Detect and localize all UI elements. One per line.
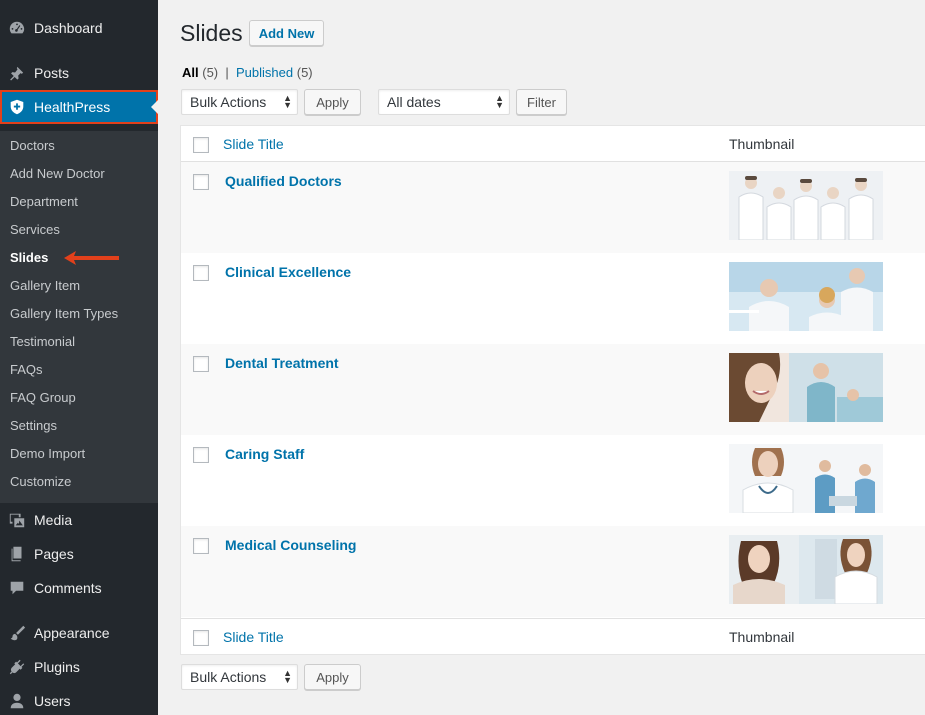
row-checkbox[interactable]	[193, 538, 209, 554]
menu-users-label: Users	[34, 693, 71, 709]
row-title-link[interactable]: Medical Counseling	[225, 537, 356, 553]
table-row: Dental Treatment	[181, 344, 925, 435]
column-header-thumbnail: Thumbnail	[729, 136, 795, 152]
select-all-checkbox-footer[interactable]	[193, 630, 209, 646]
row-title-link[interactable]: Caring Staff	[225, 446, 304, 462]
menu-plugins[interactable]: Plugins	[0, 650, 158, 684]
submenu-faqs[interactable]: FAQs	[10, 362, 43, 377]
menu-media[interactable]: Media	[0, 503, 158, 537]
bulk-actions-select-bottom-value: Bulk Actions	[190, 669, 267, 685]
healthpress-submenu: Doctors Add New Doctor Department Servic…	[0, 131, 158, 503]
footer-column-thumbnail: Thumbnail	[729, 629, 795, 645]
media-camera-icon	[0, 511, 34, 529]
table-row: Qualified Doctors	[181, 162, 925, 253]
filter-all-count: (5)	[202, 65, 219, 80]
submenu-faq-group[interactable]: FAQ Group	[10, 390, 76, 405]
table-row: Caring Staff	[181, 435, 925, 526]
filter-published-count: (5)	[296, 65, 313, 80]
plug-icon	[0, 658, 34, 676]
submenu-settings[interactable]: Settings	[10, 418, 57, 433]
group-of-doctors-photo[interactable]	[729, 171, 883, 240]
submenu-slides[interactable]: Slides	[10, 250, 48, 265]
menu-appearance[interactable]: Appearance	[0, 616, 158, 650]
row-title-link[interactable]: Qualified Doctors	[225, 173, 342, 189]
filter-all-link[interactable]: All	[182, 65, 199, 80]
slides-table: Slide Title Thumbnail Qualified Doctors …	[180, 125, 925, 655]
status-filter-links: All (5) | Published (5)	[182, 65, 313, 80]
submenu-testimonial[interactable]: Testimonial	[10, 334, 75, 349]
pushpin-icon	[0, 64, 34, 82]
dates-filter-select-value: All dates	[387, 94, 441, 110]
menu-pages-label: Pages	[34, 546, 74, 562]
menu-healthpress[interactable]: HealthPress	[0, 90, 158, 124]
user-icon	[0, 692, 34, 710]
menu-appearance-label: Appearance	[34, 625, 110, 641]
table-header: Slide Title Thumbnail	[181, 126, 925, 162]
menu-users[interactable]: Users	[0, 684, 158, 715]
dental-patient-photo[interactable]	[729, 353, 883, 422]
row-checkbox[interactable]	[193, 265, 209, 281]
shield-icon	[0, 98, 34, 116]
submenu-gallery-item-types[interactable]: Gallery Item Types	[10, 306, 118, 321]
apply-button-bottom[interactable]: Apply	[304, 664, 361, 690]
red-pointer-arrow-icon	[64, 251, 119, 265]
submenu-demo-import[interactable]: Demo Import	[10, 446, 85, 461]
add-new-button[interactable]: Add New	[249, 20, 324, 46]
menu-comments-label: Comments	[34, 580, 102, 596]
menu-posts-label: Posts	[34, 65, 70, 81]
row-checkbox[interactable]	[193, 174, 209, 190]
filter-separator: |	[225, 65, 229, 80]
column-header-slide-title[interactable]: Slide Title	[223, 136, 284, 152]
footer-column-slide-title[interactable]: Slide Title	[223, 629, 284, 645]
submenu-doctors[interactable]: Doctors	[10, 138, 55, 153]
submenu-add-new-doctor[interactable]: Add New Doctor	[10, 166, 105, 181]
table-footer: Slide Title Thumbnail	[181, 618, 925, 654]
submenu-department[interactable]: Department	[10, 194, 78, 209]
select-all-checkbox[interactable]	[193, 137, 209, 153]
submenu-gallery-item[interactable]: Gallery Item	[10, 278, 80, 293]
pages-icon	[0, 545, 34, 563]
speech-bubble-icon	[0, 579, 34, 597]
select-arrows-icon: ▲ ▼	[283, 93, 292, 110]
filter-button[interactable]: Filter	[516, 89, 567, 115]
menu-media-label: Media	[34, 512, 73, 528]
admin-sidebar: Dashboard Posts HealthPress Doctors Add …	[0, 0, 158, 715]
row-title-link[interactable]: Dental Treatment	[225, 355, 339, 371]
paintbrush-icon	[0, 624, 34, 642]
dates-filter-select[interactable]: All dates ▲ ▼	[378, 89, 510, 115]
row-checkbox[interactable]	[193, 356, 209, 372]
select-arrows-icon: ▲ ▼	[495, 93, 504, 110]
menu-dashboard-label: Dashboard	[34, 20, 103, 36]
menu-comments[interactable]: Comments	[0, 571, 158, 605]
row-title-link[interactable]: Clinical Excellence	[225, 264, 351, 280]
apply-button-top[interactable]: Apply	[304, 89, 361, 115]
bulk-actions-select-top-value: Bulk Actions	[190, 94, 267, 110]
menu-posts[interactable]: Posts	[0, 56, 158, 90]
bulk-actions-select-bottom[interactable]: Bulk Actions ▲ ▼	[181, 664, 298, 690]
menu-healthpress-label: HealthPress	[34, 99, 111, 115]
submenu-customize[interactable]: Customize	[10, 474, 71, 489]
patient-doctor-photo[interactable]	[729, 535, 883, 604]
dashboard-gauge-icon	[0, 19, 34, 37]
bulk-actions-select-top[interactable]: Bulk Actions ▲ ▼	[181, 89, 298, 115]
nurse-staff-photo[interactable]	[729, 444, 883, 513]
lab-scientists-photo[interactable]	[729, 262, 883, 331]
select-arrows-icon: ▲ ▼	[283, 668, 292, 685]
filter-published-link[interactable]: Published	[236, 65, 293, 80]
menu-pages[interactable]: Pages	[0, 537, 158, 571]
table-row: Medical Counseling	[181, 526, 925, 617]
submenu-services[interactable]: Services	[10, 222, 60, 237]
menu-dashboard[interactable]: Dashboard	[0, 11, 158, 45]
table-row: Clinical Excellence	[181, 253, 925, 344]
page-title: Slides	[180, 20, 243, 46]
menu-plugins-label: Plugins	[34, 659, 80, 675]
row-checkbox[interactable]	[193, 447, 209, 463]
